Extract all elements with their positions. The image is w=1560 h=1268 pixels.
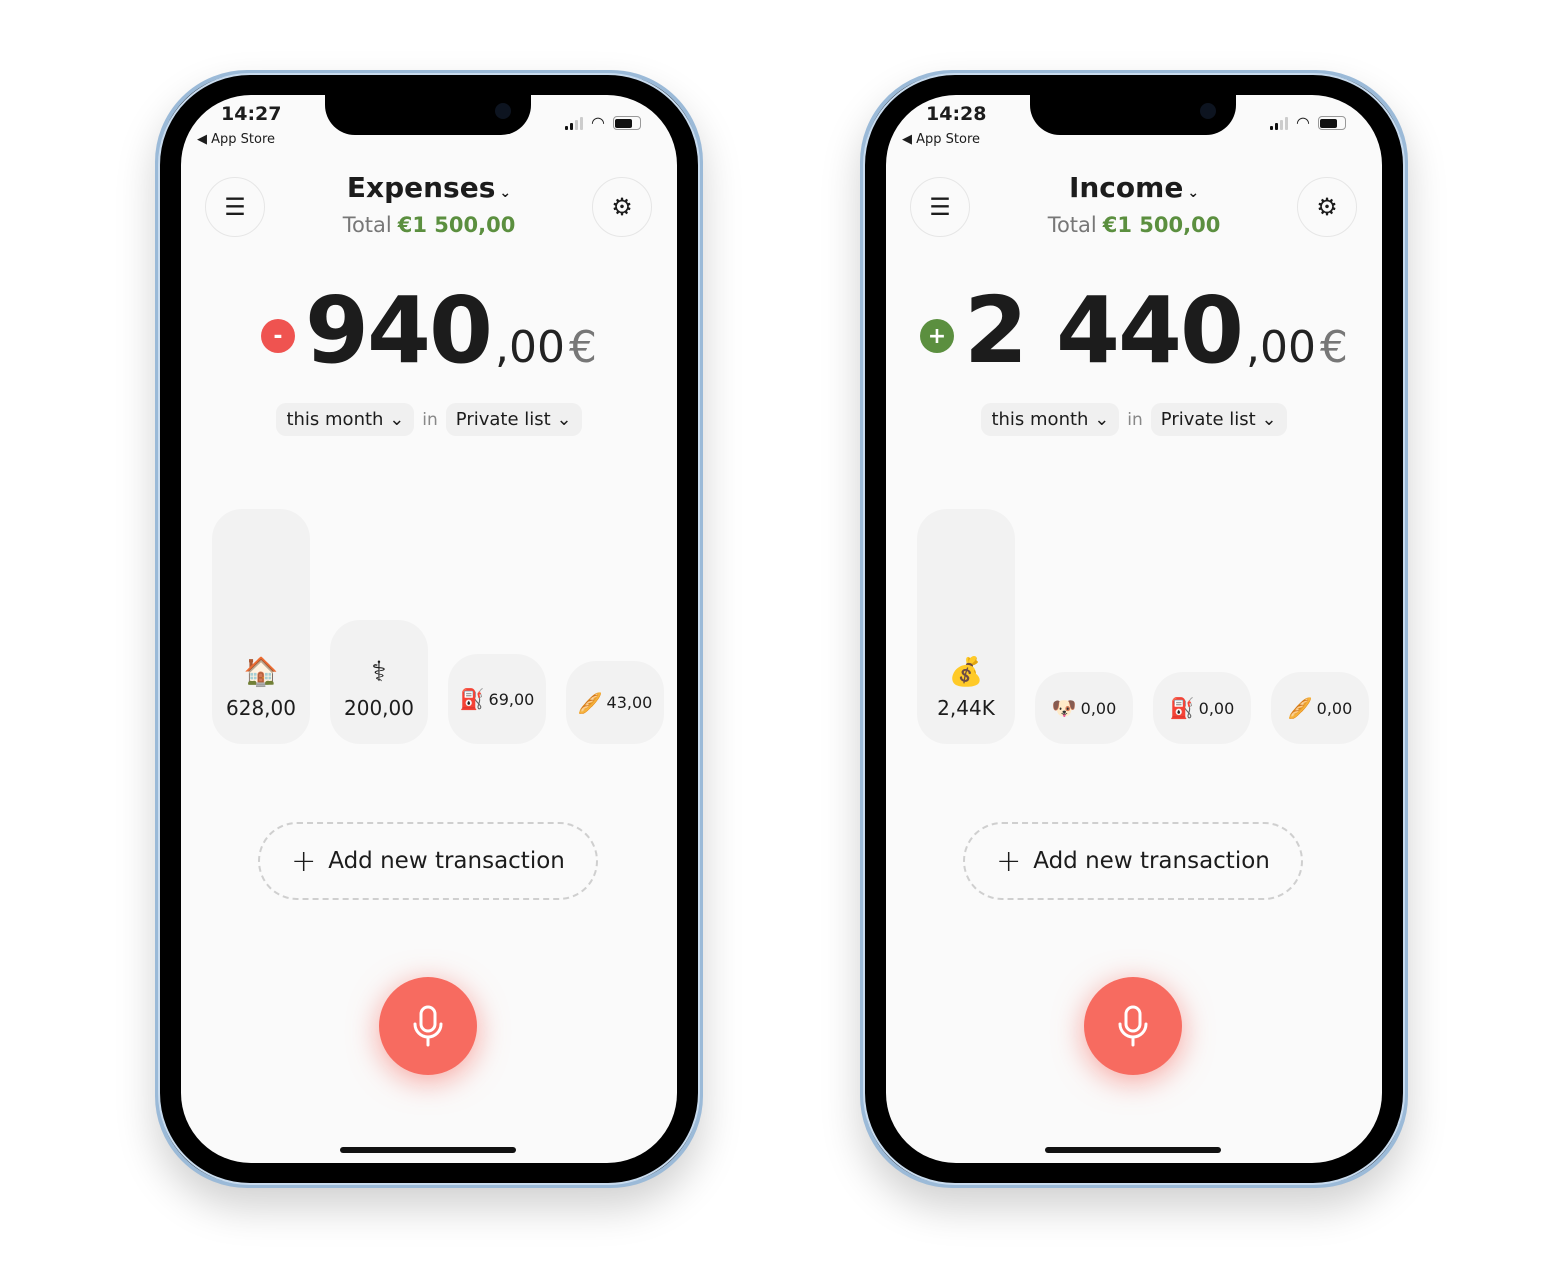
category-amount: 0,00 <box>1316 698 1353 718</box>
battery-icon <box>1317 116 1346 130</box>
total-value: €1 500,00 <box>1102 213 1221 237</box>
amount-decimal: ,00 <box>1246 322 1317 373</box>
total-line: Total €1 500,00 <box>886 213 1382 237</box>
status-time: 14:27 <box>221 103 282 125</box>
list-label: Private list <box>455 409 551 430</box>
category-bar[interactable]: 🥖 0,00 <box>1271 672 1369 744</box>
amount-integer: 940 <box>304 277 493 384</box>
home-indicator[interactable] <box>340 1147 516 1153</box>
bread-icon: 🥖 <box>1287 696 1313 720</box>
category-amount: 628,00 <box>226 696 296 720</box>
category-bar[interactable]: ⚕ 200,00 <box>330 620 428 744</box>
plus-icon: + <box>291 843 317 879</box>
voice-input-button[interactable] <box>1084 977 1182 1075</box>
category-amount: 0,00 <box>1198 698 1235 718</box>
signal-icon <box>565 116 583 130</box>
money-bag-icon: 💰 <box>948 655 984 688</box>
period-dropdown[interactable]: this month ⌄ <box>276 403 415 436</box>
medical-icon: ⚕ <box>371 655 387 688</box>
list-dropdown[interactable]: Private list ⌄ <box>1150 403 1287 436</box>
add-transaction-button[interactable]: + Add new transaction <box>963 822 1303 900</box>
type-selector[interactable]: Expenses ⌄ <box>181 171 677 204</box>
back-to-app-store[interactable]: ◀ App Store <box>197 132 275 147</box>
category-bar[interactable]: 🏠 628,00 <box>212 509 310 744</box>
page-title: Expenses <box>346 171 496 204</box>
bread-icon: 🥖 <box>577 690 603 715</box>
category-bar[interactable]: 🥖 43,00 <box>566 661 664 744</box>
app-screen: 14:27 ◀ App Store ◠ ☰ ⚙ Expenses ⌄ Total €… <box>181 95 677 1163</box>
battery-icon <box>612 116 641 130</box>
voice-input-button[interactable] <box>379 977 477 1075</box>
dog-icon: 🐶 <box>1051 696 1077 720</box>
period-dropdown[interactable]: this month ⌄ <box>981 403 1120 436</box>
chevron-down-icon: ⌄ <box>499 185 512 201</box>
amount-display: + 2 440 ,00 € <box>886 285 1382 377</box>
microphone-icon <box>413 1005 443 1047</box>
filters: this month ⌄ in Private list ⌄ <box>886 403 1382 436</box>
amount-display: - 940 ,00 € <box>181 285 677 377</box>
period-label: this month <box>991 409 1089 430</box>
amount-integer: 2 440 <box>963 277 1244 384</box>
list-dropdown[interactable]: Private list ⌄ <box>445 403 582 436</box>
phone-frame: 14:27 ◀ App Store ◠ ☰ ⚙ Expenses ⌄ Total €… <box>155 70 703 1188</box>
in-label: in <box>422 409 438 430</box>
add-transaction-button[interactable]: + Add new transaction <box>258 822 598 900</box>
wifi-icon: ◠ <box>591 113 605 132</box>
category-bar[interactable]: 🐶 0,00 <box>1035 672 1133 744</box>
amount-decimal: ,00 <box>495 322 566 373</box>
status-time: 14:28 <box>926 103 987 125</box>
add-transaction-label: Add new transaction <box>328 848 565 874</box>
status-icons: ◠ <box>565 115 641 131</box>
category-bar[interactable]: ⛽ 0,00 <box>1153 672 1251 744</box>
notch <box>1030 95 1236 135</box>
currency-symbol: € <box>1320 322 1349 373</box>
camera-icon <box>495 103 511 119</box>
total-line: Total €1 500,00 <box>181 213 677 237</box>
total-value: €1 500,00 <box>397 213 516 237</box>
chevron-down-icon: ⌄ <box>1261 409 1277 430</box>
camera-icon <box>1200 103 1216 119</box>
category-bar[interactable]: ⛽ 69,00 <box>448 654 546 744</box>
category-amount: 2,44K <box>937 696 995 720</box>
notch <box>325 95 531 135</box>
category-amount: 69,00 <box>488 689 535 709</box>
microphone-icon <box>1118 1005 1148 1047</box>
chevron-down-icon: ⌄ <box>389 409 405 430</box>
home-indicator[interactable] <box>1045 1147 1221 1153</box>
fuel-pump-icon: ⛽ <box>459 687 485 711</box>
add-transaction-label: Add new transaction <box>1033 848 1270 874</box>
status-icons: ◠ <box>1270 115 1346 131</box>
filters: this month ⌄ in Private list ⌄ <box>181 403 677 436</box>
wifi-icon: ◠ <box>1296 113 1310 132</box>
house-icon: 🏠 <box>243 655 279 688</box>
fuel-pump-icon: ⛽ <box>1169 696 1195 720</box>
app-screen: 14:28 ◀ App Store ◠ ☰ ⚙ Income ⌄ Total €1 … <box>886 95 1382 1163</box>
category-bar[interactable]: 💰 2,44K <box>917 509 1015 744</box>
list-label: Private list <box>1160 409 1256 430</box>
category-amount: 43,00 <box>606 693 653 712</box>
chevron-down-icon: ⌄ <box>1094 409 1110 430</box>
back-to-app-store[interactable]: ◀ App Store <box>902 132 980 147</box>
sign-badge: + <box>919 319 954 353</box>
category-amount: 200,00 <box>344 696 414 720</box>
type-selector[interactable]: Income ⌄ <box>886 171 1382 204</box>
in-label: in <box>1127 409 1143 430</box>
sign-badge: - <box>260 319 295 353</box>
chevron-down-icon: ⌄ <box>1187 185 1200 201</box>
period-label: this month <box>286 409 384 430</box>
total-label: Total <box>1047 213 1097 237</box>
plus-icon: + <box>996 843 1022 879</box>
page-title: Income <box>1068 171 1184 204</box>
total-label: Total <box>342 213 392 237</box>
phone-frame: 14:28 ◀ App Store ◠ ☰ ⚙ Income ⌄ Total €1 … <box>860 70 1408 1188</box>
currency-symbol: € <box>569 322 598 373</box>
category-amount: 0,00 <box>1080 698 1117 718</box>
signal-icon <box>1270 116 1288 130</box>
chevron-down-icon: ⌄ <box>556 409 572 430</box>
